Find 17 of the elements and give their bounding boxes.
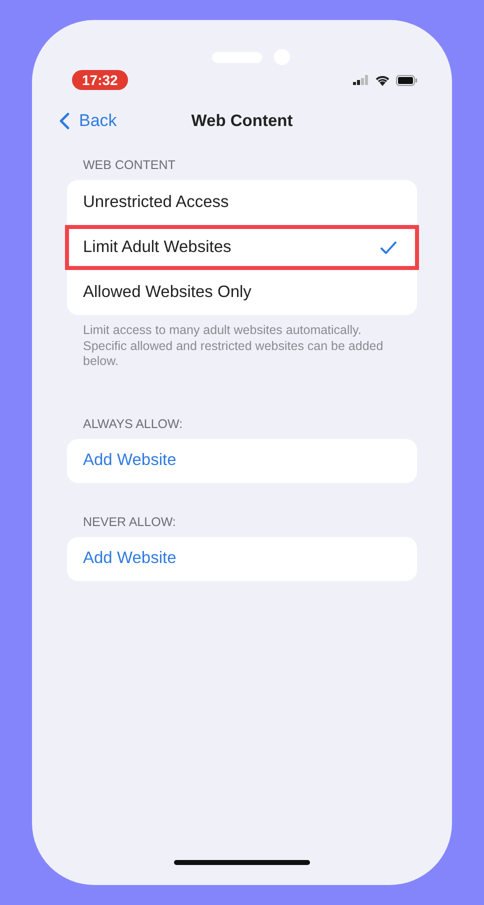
- screen-title: Web Content: [191, 112, 293, 130]
- section-footnote: Limit access to many adult websites automatically. Specific allowed and restricted websites can be added below.: [82, 323, 384, 370]
- add-website-button[interactable]: Add Website: [67, 438, 417, 482]
- status-time: 17:32: [72, 70, 128, 90]
- back-button[interactable]: Back: [59, 111, 117, 131]
- option-row[interactable]: Limit Adult Websites: [65, 225, 419, 270]
- chevron-left-icon: [59, 112, 70, 130]
- option-row[interactable]: Unrestricted Access: [67, 180, 417, 225]
- section-header: ALWAYS ALLOW:: [82, 416, 184, 430]
- signal-icon: [353, 75, 369, 85]
- section-header: NEVER ALLOW:: [82, 514, 177, 528]
- wifi-icon: [375, 74, 390, 86]
- checkmark-icon: [380, 240, 397, 254]
- option-row[interactable]: Allowed Websites Only: [67, 270, 417, 315]
- section-header: WEB CONTENT: [82, 158, 176, 172]
- add-website-button[interactable]: Add Website: [67, 536, 417, 580]
- battery-icon: [396, 74, 418, 86]
